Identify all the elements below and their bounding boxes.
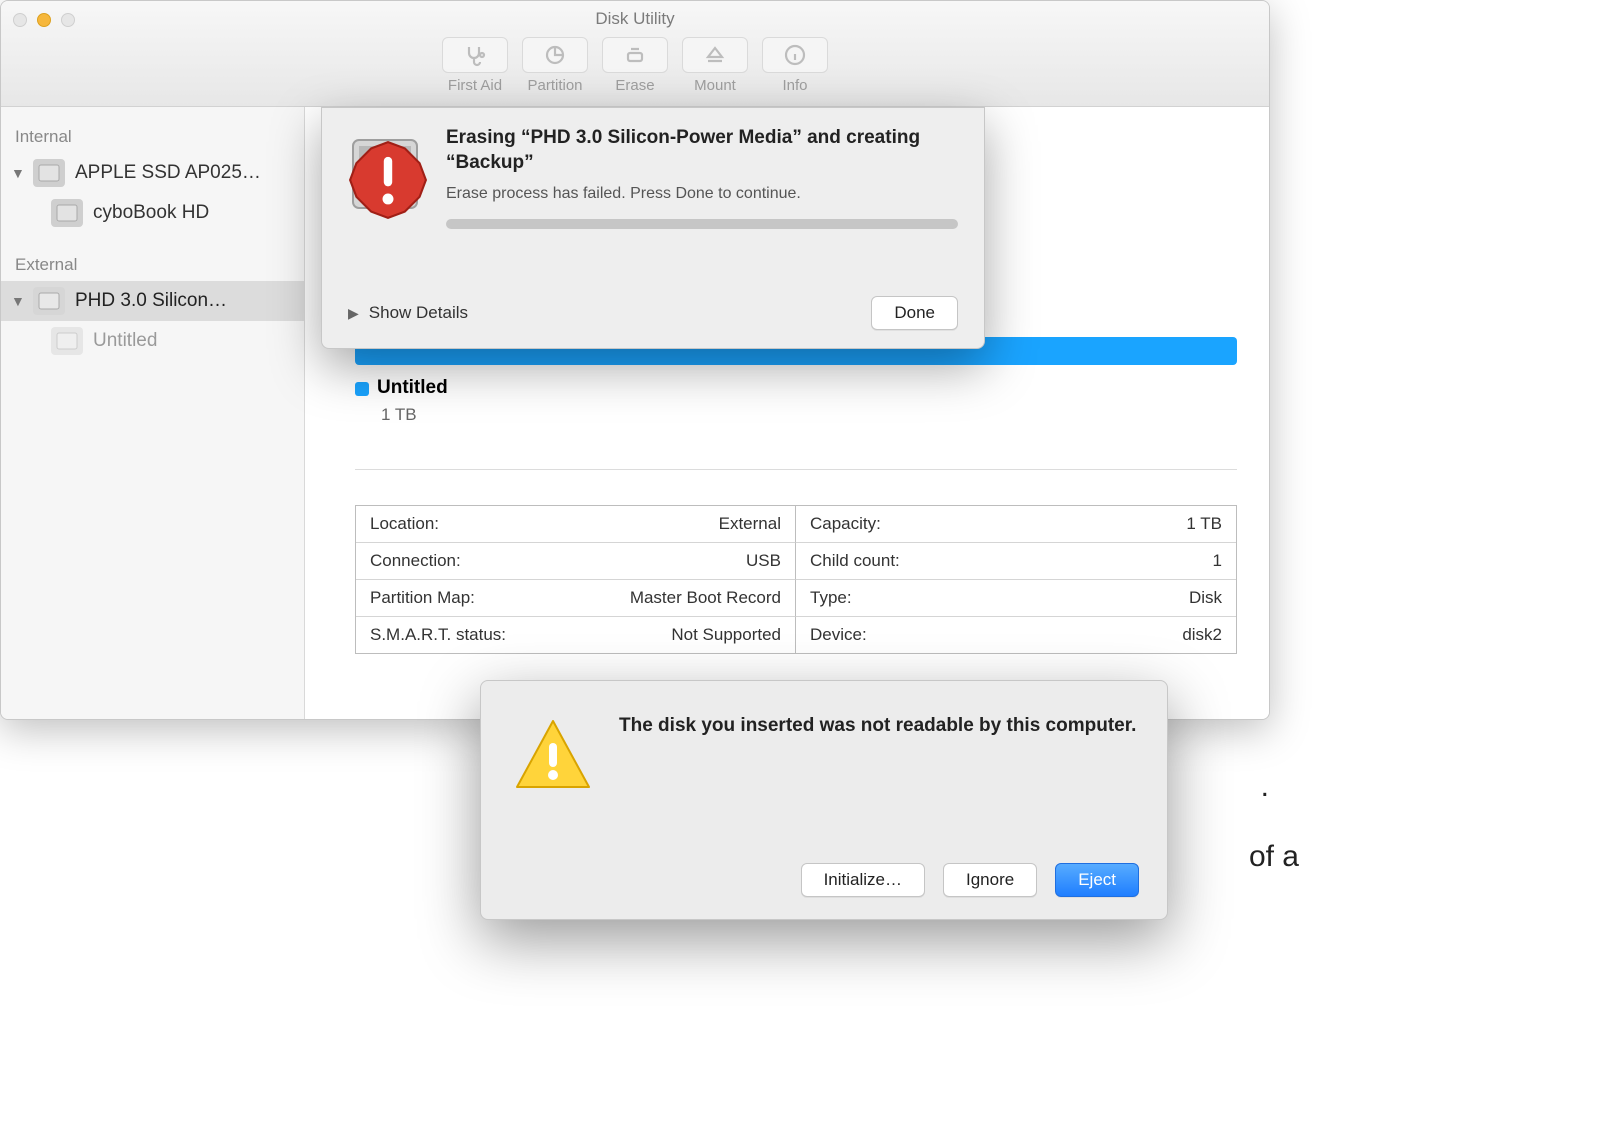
chevron-down-icon[interactable]: ▼ bbox=[11, 165, 29, 181]
stethoscope-icon bbox=[463, 43, 487, 67]
info-row-smart: S.M.A.R.T. status: Not Supported bbox=[356, 617, 796, 653]
background-text: . bbox=[1261, 770, 1269, 804]
toolbar-label: First Aid bbox=[439, 77, 511, 94]
info-row-device: Device: disk2 bbox=[796, 617, 1236, 653]
disk-icon bbox=[51, 199, 83, 227]
show-details-label: Show Details bbox=[369, 303, 468, 323]
cell-value: USB bbox=[746, 551, 781, 571]
sidebar-item-label: PHD 3.0 Silicon… bbox=[75, 290, 227, 312]
cell-value: Disk bbox=[1189, 588, 1222, 608]
ignore-button[interactable]: Ignore bbox=[943, 863, 1037, 897]
partition-button[interactable]: Partition bbox=[519, 37, 591, 94]
info-button[interactable]: Info bbox=[759, 37, 831, 94]
sidebar: Internal ▼ APPLE SSD AP025… cyboBook HD … bbox=[1, 107, 305, 719]
cell-key: Device: bbox=[810, 625, 867, 645]
divider bbox=[355, 469, 1237, 470]
sidebar-item-label: cyboBook HD bbox=[93, 202, 209, 224]
cell-key: Child count: bbox=[810, 551, 900, 571]
show-details-toggle[interactable]: ▶ Show Details bbox=[348, 303, 468, 323]
cell-value: Master Boot Record bbox=[630, 588, 781, 608]
sidebar-item-phd-silicon[interactable]: ▼ PHD 3.0 Silicon… bbox=[1, 281, 304, 321]
volume-name: Untitled bbox=[377, 377, 448, 398]
done-button[interactable]: Done bbox=[871, 296, 958, 330]
titlebar: Disk Utility First Aid Partition Erase M… bbox=[1, 1, 1269, 107]
error-badge-icon bbox=[348, 140, 428, 220]
volume-size: 1 TB bbox=[381, 405, 448, 425]
disk-icon bbox=[33, 159, 65, 187]
sidebar-section-external: External bbox=[1, 247, 304, 281]
background-text: of a bbox=[1249, 840, 1299, 874]
sidebar-item-untitled[interactable]: Untitled bbox=[1, 321, 304, 361]
info-row-partition-map: Partition Map: Master Boot Record bbox=[356, 580, 796, 617]
alert-message: The disk you inserted was not readable b… bbox=[619, 713, 1136, 801]
toolbar-label: Erase bbox=[599, 77, 671, 94]
sidebar-section-internal: Internal bbox=[1, 119, 304, 153]
sidebar-item-label: APPLE SSD AP025… bbox=[75, 162, 261, 184]
sidebar-item-cybobook[interactable]: cyboBook HD bbox=[1, 193, 304, 233]
cell-key: Capacity: bbox=[810, 514, 881, 534]
disk-utility-window: Disk Utility First Aid Partition Erase M… bbox=[0, 0, 1270, 720]
erase-sheet: Erasing “PHD 3.0 Silicon-Power Media” an… bbox=[321, 107, 985, 349]
cell-value: 1 bbox=[1213, 551, 1222, 571]
eject-button[interactable]: Eject bbox=[1055, 863, 1139, 897]
cell-key: Connection: bbox=[370, 551, 461, 571]
info-icon bbox=[783, 43, 807, 67]
info-row-location: Location: External bbox=[356, 506, 796, 543]
sidebar-item-apple-ssd[interactable]: ▼ APPLE SSD AP025… bbox=[1, 153, 304, 193]
info-row-connection: Connection: USB bbox=[356, 543, 796, 580]
external-disk-icon bbox=[51, 327, 83, 355]
external-disk-icon bbox=[33, 287, 65, 315]
erase-icon bbox=[623, 43, 647, 67]
hard-drive-icon bbox=[340, 126, 430, 222]
cell-value: Not Supported bbox=[671, 625, 781, 645]
eject-icon bbox=[703, 43, 727, 67]
pie-icon bbox=[543, 43, 567, 67]
sheet-message: Erase process has failed. Press Done to … bbox=[446, 185, 958, 203]
cell-value: disk2 bbox=[1182, 625, 1222, 645]
chevron-down-icon[interactable]: ▼ bbox=[11, 293, 29, 309]
cell-key: Location: bbox=[370, 514, 439, 534]
toolbar-label: Partition bbox=[519, 77, 591, 94]
volume-color-swatch bbox=[355, 382, 369, 396]
cell-value: External bbox=[719, 514, 781, 534]
initialize-button[interactable]: Initialize… bbox=[801, 863, 925, 897]
progress-bar bbox=[446, 219, 958, 229]
sidebar-item-label: Untitled bbox=[93, 330, 157, 352]
volume-summary: Untitled 1 TB bbox=[355, 377, 448, 425]
chevron-right-icon: ▶ bbox=[348, 305, 359, 322]
cell-key: S.M.A.R.T. status: bbox=[370, 625, 506, 645]
info-row-child-count: Child count: 1 bbox=[796, 543, 1236, 580]
info-row-type: Type: Disk bbox=[796, 580, 1236, 617]
cell-key: Partition Map: bbox=[370, 588, 475, 608]
cell-key: Type: bbox=[810, 588, 852, 608]
toolbar: First Aid Partition Erase Mount Info bbox=[1, 37, 1269, 94]
toolbar-label: Mount bbox=[679, 77, 751, 94]
erase-button[interactable]: Erase bbox=[599, 37, 671, 94]
first-aid-button[interactable]: First Aid bbox=[439, 37, 511, 94]
disk-not-readable-alert: The disk you inserted was not readable b… bbox=[480, 680, 1168, 920]
warning-icon bbox=[509, 713, 597, 801]
info-table: Location: External Connection: USB Partiti… bbox=[355, 505, 1237, 654]
cell-value: 1 TB bbox=[1186, 514, 1222, 534]
info-row-capacity: Capacity: 1 TB bbox=[796, 506, 1236, 543]
mount-button[interactable]: Mount bbox=[679, 37, 751, 94]
sheet-title: Erasing “PHD 3.0 Silicon-Power Media” an… bbox=[446, 126, 958, 175]
window-title: Disk Utility bbox=[1, 9, 1269, 29]
toolbar-label: Info bbox=[759, 77, 831, 94]
